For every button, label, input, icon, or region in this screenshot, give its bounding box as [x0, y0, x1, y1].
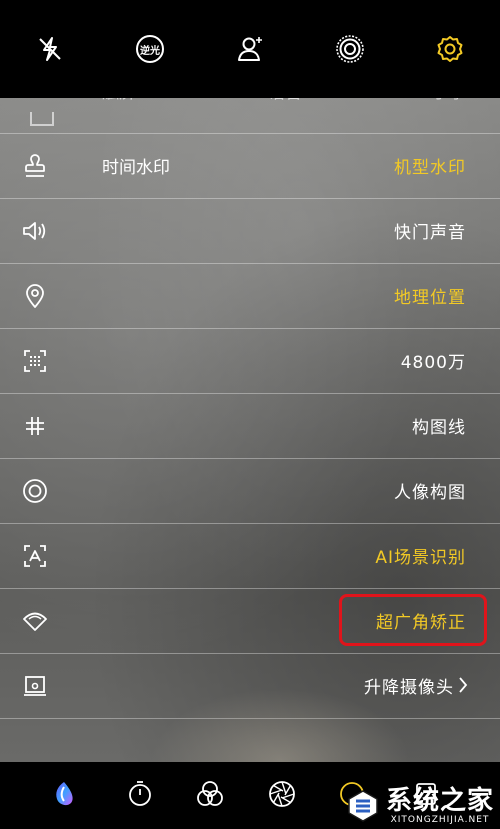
- mode-touch[interactable]: 触屏: [102, 98, 136, 102]
- high-resolution-icon: [21, 347, 49, 375]
- setting-row-watermark[interactable]: 时间水印 机型水印: [0, 133, 500, 197]
- ai-scene-toggle[interactable]: AI场景识别: [375, 543, 466, 568]
- speaker-icon: [21, 217, 49, 245]
- camera-viewfinder: 触屏 语音 手掌 时间水印 机型水印 快门声音: [0, 98, 500, 762]
- popup-camera-option[interactable]: 升降摄像头: [364, 673, 454, 698]
- portrait-composition-toggle[interactable]: 人像构图: [394, 478, 466, 503]
- resolution-toggle[interactable]: 4800万: [401, 348, 466, 373]
- timer-icon[interactable]: [124, 778, 156, 810]
- top-toolbar: 逆光: [0, 0, 500, 98]
- grid-hash-icon: [21, 412, 49, 440]
- shutter-sound-toggle[interactable]: 快门声音: [394, 218, 466, 243]
- setting-row-resolution[interactable]: 4800万: [0, 328, 500, 392]
- aperture-icon[interactable]: [266, 778, 298, 810]
- setting-row-portrait-composition[interactable]: 人像构图: [0, 458, 500, 522]
- mode-palm[interactable]: 手掌: [432, 98, 466, 102]
- highlight-box: [339, 594, 487, 646]
- chevron-right-icon: [458, 676, 468, 698]
- ai-scene-icon: [21, 542, 49, 570]
- site-watermark: 系统之家 XITONGZHIJIA.NET: [346, 787, 494, 825]
- mode-voice[interactable]: 语音: [268, 98, 302, 102]
- setting-row-popup-camera[interactable]: 升降摄像头: [0, 653, 500, 717]
- location-pin-icon: [21, 282, 49, 310]
- watermark-model-option[interactable]: 机型水印: [394, 153, 466, 178]
- watermark-logo-icon: [348, 790, 378, 822]
- live-photo-icon[interactable]: [330, 29, 370, 69]
- backlight-icon[interactable]: 逆光: [130, 29, 170, 69]
- backlight-label: 逆光: [140, 45, 160, 57]
- touch-shutter-icon: [30, 112, 54, 126]
- settings-gear-icon[interactable]: [430, 29, 470, 69]
- filter-icon[interactable]: [194, 778, 226, 810]
- color-palette-icon[interactable]: [48, 778, 80, 810]
- watermark-subtitle: XITONGZHIJIA.NET: [390, 815, 490, 825]
- shutter-mode-strip: 触屏 语音 手掌: [0, 98, 500, 126]
- setting-row-grid-lines[interactable]: 构图线: [0, 393, 500, 457]
- location-toggle[interactable]: 地理位置: [394, 283, 466, 308]
- flash-off-icon[interactable]: [30, 29, 70, 69]
- watermark-title: 系统之家: [385, 786, 494, 816]
- grid-lines-toggle[interactable]: 构图线: [412, 413, 466, 438]
- popup-camera-icon: [21, 672, 49, 700]
- panel-bottom-divider: [0, 718, 500, 762]
- setting-row-shutter-sound[interactable]: 快门声音: [0, 198, 500, 262]
- setting-row-location[interactable]: 地理位置: [0, 263, 500, 327]
- bottom-toolbar: 系统之家 XITONGZHIJIA.NET: [0, 762, 500, 829]
- fan-wide-angle-icon: [21, 607, 49, 635]
- beauty-portrait-icon[interactable]: [230, 29, 270, 69]
- setting-row-ai-scene[interactable]: AI场景识别: [0, 523, 500, 587]
- target-circle-icon: [21, 477, 49, 505]
- stamp-icon: [21, 152, 49, 180]
- watermark-time-option[interactable]: 时间水印: [102, 153, 170, 178]
